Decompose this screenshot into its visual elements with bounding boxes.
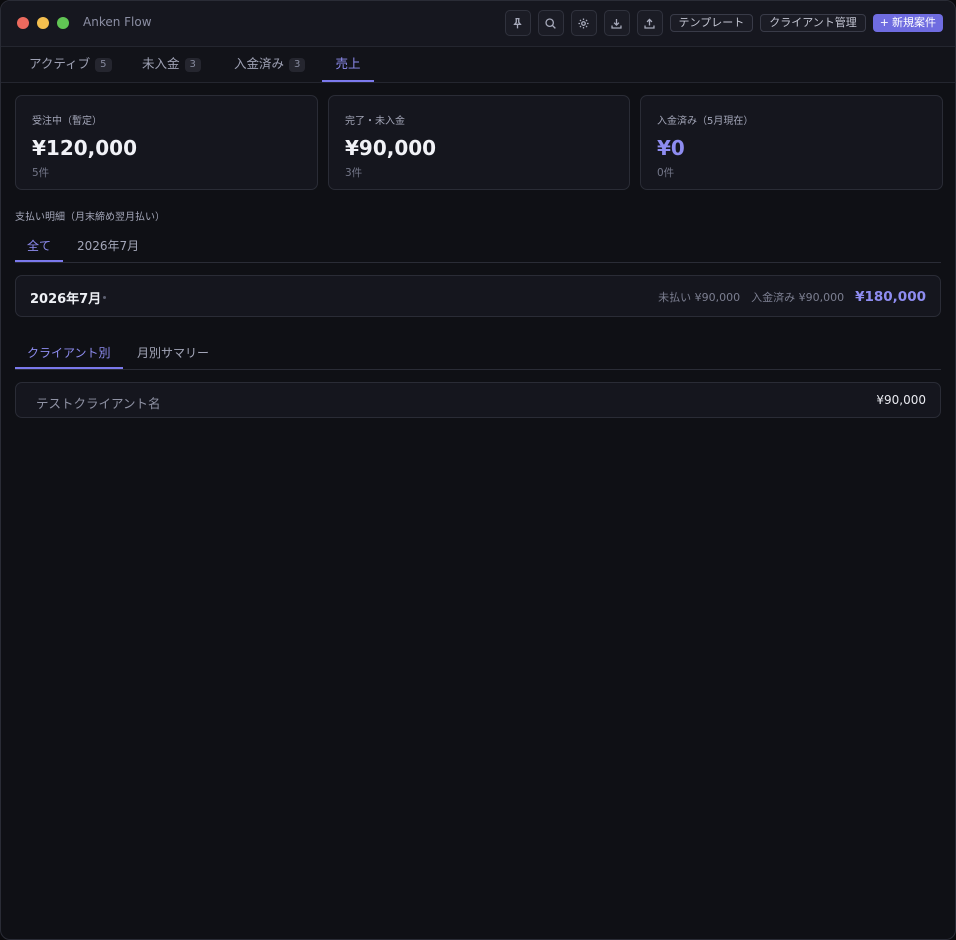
card-label: 入金済み（5月現在）	[657, 116, 754, 127]
payment-filter-tabs: 全て 2026年7月	[15, 232, 941, 263]
card-value: ¥120,000	[32, 136, 138, 160]
dot-icon	[103, 296, 106, 299]
tab-unpaid[interactable]: 未入金 3	[142, 47, 201, 82]
month-amounts: 未払い ¥90,000 入金済み ¥90,000 ¥180,000	[658, 289, 926, 305]
card-label: 完了・未入金	[345, 116, 405, 127]
pin-button[interactable]	[504, 10, 531, 36]
breakdown-tabs: クライアント別 月別サマリー	[15, 339, 941, 370]
tab-count-badge: 5	[95, 58, 112, 72]
payment-month-row[interactable]: 2026年7月 未払い ¥90,000 入金済み ¥90,000 ¥180,00…	[15, 275, 941, 317]
template-button[interactable]: テンプレート	[669, 14, 754, 32]
card-count: 0件	[657, 167, 675, 179]
app-window: Anken Flow テンプレート クライアント管理 + 新規案件 アクティブ …	[0, 0, 956, 940]
filter-all[interactable]: 全て	[15, 232, 63, 262]
card-count: 5件	[32, 167, 50, 179]
tab-by-client[interactable]: クライアント別	[15, 339, 123, 369]
client-management-button[interactable]: クライアント管理	[760, 14, 866, 32]
payment-section-title: 支払い明細（月末締め翌月払い）	[15, 212, 165, 223]
card-label: 受注中（暫定）	[32, 116, 102, 127]
pin-icon	[513, 17, 522, 28]
month-label: 2026年7月	[30, 292, 102, 307]
plus-icon: +	[879, 16, 889, 29]
filter-2026-07[interactable]: 2026年7月	[65, 232, 151, 262]
zoom-window-button[interactable]	[57, 17, 69, 29]
client-name: テストクライアント名	[36, 396, 161, 411]
unpaid-amount: 未払い ¥90,000	[658, 291, 741, 304]
client-amount: ¥90,000	[876, 393, 926, 407]
gear-icon	[578, 17, 589, 29]
tab-label: アクティブ	[29, 56, 91, 71]
minimize-window-button[interactable]	[37, 17, 49, 29]
summary-card-ordered: 受注中（暫定） ¥120,000 5件	[15, 95, 318, 190]
upload-icon	[644, 18, 655, 29]
tab-label: 売上	[335, 56, 361, 71]
tab-count-badge: 3	[289, 58, 306, 72]
toolbar: テンプレート クライアント管理 + 新規案件	[504, 10, 943, 36]
tab-paid[interactable]: 入金済み 3	[234, 47, 306, 82]
month-total: ¥180,000	[855, 289, 926, 305]
summary-card-completed-unpaid: 完了・未入金 ¥90,000 3件	[328, 95, 630, 190]
card-value: ¥0	[657, 136, 685, 160]
export-button[interactable]	[636, 10, 663, 36]
app-title: Anken Flow	[83, 15, 152, 29]
close-window-button[interactable]	[17, 17, 29, 29]
paid-amount: 入金済み ¥90,000	[751, 291, 845, 304]
tab-count-badge: 3	[184, 58, 201, 72]
settings-button[interactable]	[570, 10, 597, 36]
tab-monthly-summary[interactable]: 月別サマリー	[125, 339, 221, 369]
new-project-label: 新規案件	[892, 16, 936, 29]
search-button[interactable]	[537, 10, 564, 36]
client-row[interactable]: テストクライアント名 ¥90,000	[15, 382, 941, 418]
card-count: 3件	[345, 167, 363, 179]
search-icon	[545, 17, 556, 29]
tab-sales[interactable]: 売上	[322, 47, 374, 82]
summary-card-paid: 入金済み（5月現在） ¥0 0件	[640, 95, 943, 190]
main-tabs: アクティブ 5 未入金 3 入金済み 3 売上	[1, 47, 955, 83]
tab-active[interactable]: アクティブ 5	[29, 47, 112, 82]
tab-label: 未入金	[142, 56, 180, 71]
import-button[interactable]	[603, 10, 630, 36]
tab-label: 入金済み	[234, 56, 285, 71]
new-project-button[interactable]: + 新規案件	[872, 14, 943, 32]
download-icon	[611, 18, 622, 29]
title-bar: Anken Flow テンプレート クライアント管理 + 新規案件	[1, 1, 955, 47]
card-value: ¥90,000	[345, 136, 437, 160]
